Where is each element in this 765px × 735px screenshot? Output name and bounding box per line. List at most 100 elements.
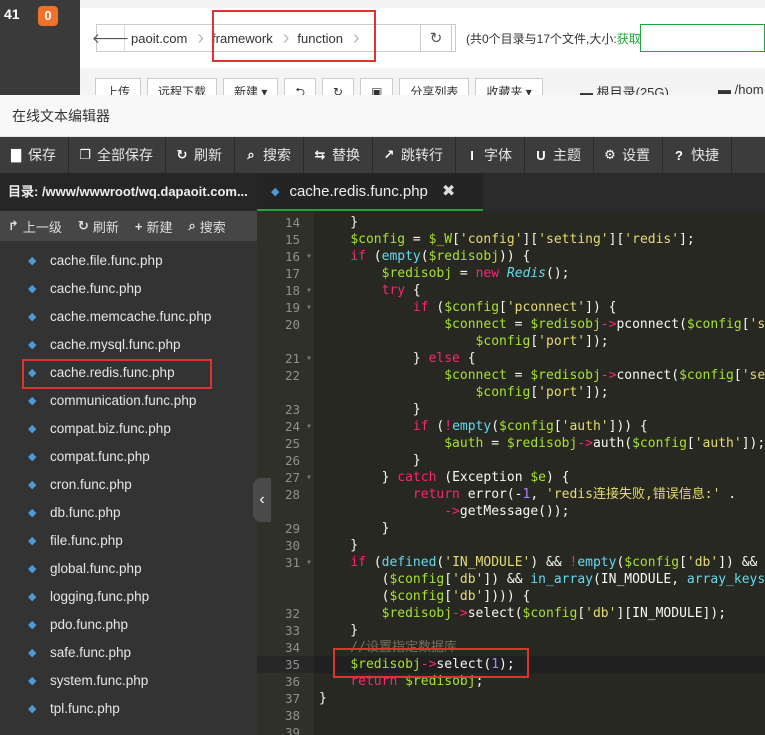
code-line: if ($config['pconnect']) { (319, 299, 617, 316)
code-token: [ (741, 317, 750, 332)
refresh-icon[interactable]: ↻ (420, 24, 452, 52)
search-icon: ⌕ (247, 147, 255, 162)
code-token: ( (365, 555, 382, 570)
code-token: $config (389, 572, 445, 587)
code-line: $config = $_W['config']['setting']['redi… (319, 231, 694, 248)
file-item[interactable]: ◆ compat.func.php (0, 442, 257, 470)
file-item[interactable]: ◆ safe.func.php (0, 638, 257, 666)
file-item[interactable]: ◆ tpl.func.php (0, 694, 257, 722)
breadcrumb-label: function (297, 30, 343, 46)
toolbar-button-shortcut[interactable]: ? 快捷 (663, 137, 732, 173)
save-all-icon: ❐ (79, 147, 91, 162)
code-token: 'IN_MODULE' (444, 555, 531, 570)
file-item[interactable]: ◆ compat.biz.func.php (0, 414, 257, 442)
code-token: ]) && (483, 572, 531, 587)
code-token: 'se (749, 317, 765, 332)
toolbar-button-label: 替换 (332, 147, 360, 163)
toolbar-button-search[interactable]: ⌕ 搜索 (235, 137, 304, 173)
file-item[interactable]: ◆ cache.file.func.php (0, 246, 257, 274)
close-icon[interactable]: ✖ (442, 181, 455, 201)
back-arrow-icon[interactable]: 🡐 (92, 25, 129, 51)
code-token: $config (350, 232, 406, 247)
replace-icon: ⇆ (314, 147, 326, 162)
sidebar-tool-up-level[interactable]: ↱ 上一级 (0, 217, 70, 236)
code-editor[interactable]: 1415161718192021222324252627282930313233… (257, 211, 765, 735)
sidebar-tool-refresh[interactable]: ↻ 刷新 (70, 217, 127, 236)
file-item[interactable]: ◆ cache.mysql.func.php (0, 330, 257, 358)
code-token: ]); (741, 436, 765, 451)
code-token: } (319, 521, 390, 536)
breadcrumb-item-domain[interactable]: paoit.com (125, 25, 197, 51)
toolbar-button-theme[interactable]: U 主题 (525, 137, 594, 173)
code-token: } (319, 538, 359, 553)
toolbar-button-save-all[interactable]: ❐ 全部保存 (69, 137, 166, 173)
toolbar-button-refresh[interactable]: ↻ 刷新 (166, 137, 235, 173)
toolbar-button-save[interactable]: ▇ 保存 (0, 137, 69, 173)
code-token: ); (499, 657, 515, 672)
code-token: $config (632, 436, 687, 451)
code-token: $redisobj (530, 368, 601, 383)
code-token: ]) { (585, 300, 617, 315)
file-item[interactable]: ◆ cache.func.php (0, 274, 257, 302)
line-number (257, 588, 314, 605)
sidebar-tool-plus[interactable]: + 新建 (127, 217, 181, 236)
chevron-right-icon: › (352, 27, 360, 49)
code-token: ])) { (608, 419, 648, 434)
code-token: [ (679, 555, 687, 570)
toolbar-button-settings[interactable]: ⚙ 设置 (594, 137, 663, 173)
code-line: $auth = $redisobj->auth($config['auth'])… (319, 435, 765, 452)
code-token: (); (546, 266, 570, 281)
file-name: logging.func.php (50, 588, 150, 604)
code-line: } (319, 401, 421, 418)
code-token: else (428, 351, 460, 366)
file-item[interactable]: ◆ logging.func.php (0, 582, 257, 610)
code-line: if (defined('IN_MODULE') && !empty($conf… (319, 554, 765, 571)
code-token: (Exception (436, 470, 531, 485)
elephant-file-icon: ◆ (28, 282, 37, 295)
file-item[interactable]: ◆ cache.redis.func.php (0, 358, 257, 386)
file-item[interactable]: ◆ system.func.php (0, 666, 257, 694)
code-token: 'port' (538, 385, 586, 400)
code-token: } (319, 402, 421, 417)
line-number: 33 (284, 623, 300, 638)
file-item[interactable]: ◆ communication.func.php (0, 386, 257, 414)
breadcrumb-item-framework[interactable]: framework (206, 25, 283, 51)
search-input[interactable] (640, 24, 765, 52)
toolbar-button-replace[interactable]: ⇆ 替换 (304, 137, 373, 173)
file-name: global.func.php (50, 560, 142, 576)
tab-cache-redis[interactable]: ◆ cache.redis.func.php ✖ (257, 173, 483, 211)
code-line: } (319, 452, 421, 469)
tab-label: cache.redis.func.php (289, 182, 428, 200)
file-item[interactable]: ◆ cron.func.php (0, 470, 257, 498)
line-number: 15 (284, 232, 300, 247)
toolbar-button-font[interactable]: I 字体 (456, 137, 525, 173)
code-token: ! (444, 419, 453, 434)
toolbar-button-label: 跳转行 (401, 147, 443, 163)
file-name: safe.func.php (50, 644, 132, 660)
code-token: $redisobj (428, 249, 500, 264)
code-line: $connect = $redisobj->connect($config['s… (319, 367, 765, 384)
file-item[interactable]: ◆ file.func.php (0, 526, 257, 554)
file-item[interactable]: ◆ pdo.func.php (0, 610, 257, 638)
code-token: connect( (616, 368, 680, 383)
code-token: -> (452, 606, 468, 621)
file-item[interactable]: ◆ global.func.php (0, 554, 257, 582)
line-number: 39 (284, 725, 300, 735)
get-size-link[interactable]: 获取 (617, 32, 641, 46)
collapse-sidebar-icon[interactable]: ‹ (253, 478, 271, 522)
toolbar-button-goto-line[interactable]: ↗ 跳转行 (373, 137, 456, 173)
elephant-file-icon: ◆ (28, 562, 37, 575)
toolbar-button-label: 设置 (622, 147, 650, 163)
breadcrumb-label: paoit.com (131, 30, 188, 46)
sidebar-tool-search[interactable]: ⌕ 搜索 (180, 217, 233, 236)
file-item[interactable]: ◆ cache.memcache.func.php (0, 302, 257, 330)
file-item[interactable]: ◆ db.func.php (0, 498, 257, 526)
code-token: $redisobj (530, 317, 601, 332)
elephant-file-icon: ◆ (28, 590, 37, 603)
toolbar-button-label: 搜索 (263, 147, 291, 163)
line-gutter: 1415161718192021222324252627282930313233… (257, 211, 314, 735)
breadcrumb-item-function[interactable]: function (291, 25, 353, 51)
code-token: ]))) { (483, 589, 531, 604)
